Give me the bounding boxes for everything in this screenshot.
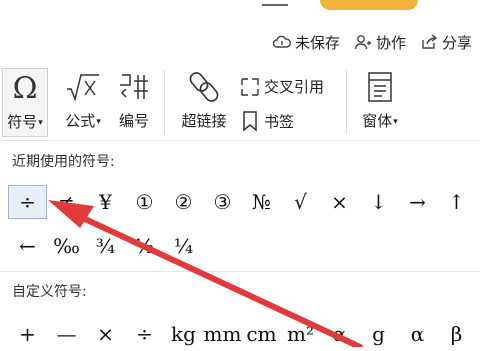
section-divider	[0, 271, 480, 272]
formula-icon	[67, 74, 99, 102]
caret-down-icon: ▾	[96, 116, 101, 127]
bookmark-label: 书签	[264, 112, 295, 131]
symbol-cell[interactable]: →	[398, 185, 437, 219]
share-icon	[422, 34, 438, 49]
symbol-cell[interactable]: ↑	[437, 185, 476, 219]
symbol-cell[interactable]: ÷	[125, 317, 164, 351]
recent-symbols-row: ÷ ≠ ¥ ① ② ③ № √ × ↓ → ↑	[8, 185, 476, 219]
recent-symbols-title: 近期使用的符号:	[12, 154, 115, 170]
symbol-cell[interactable]: g	[359, 317, 398, 351]
hyperlink-label: 超链接	[181, 112, 227, 130]
form-icon	[368, 72, 392, 102]
symbol-cell[interactable]: kg	[164, 317, 203, 351]
symbol-cell[interactable]: ¥	[86, 185, 125, 219]
link-icon	[189, 72, 219, 102]
symbol-cell[interactable]: α	[398, 317, 437, 351]
symbol-cell[interactable]: α	[320, 317, 359, 351]
header-actions: 未保存 协作 分享	[272, 30, 472, 54]
numbering-label: 编号	[118, 112, 149, 130]
top-strip	[0, 0, 480, 24]
svg-text:Ω: Ω	[13, 72, 38, 104]
user-icon	[354, 35, 371, 50]
bookmark-button[interactable]: 书签	[240, 110, 294, 132]
symbol-cell[interactable]: mm	[203, 317, 242, 351]
top-tab-indicator	[262, 0, 288, 6]
omega-icon: Ω	[13, 72, 38, 104]
cross-reference-icon	[241, 77, 259, 96]
formula-button[interactable]: 公式▾	[58, 68, 108, 131]
formula-label: 公式	[65, 112, 96, 130]
symbol-cell[interactable]: ≠	[47, 185, 86, 219]
symbol-cell[interactable]: cm	[242, 317, 281, 351]
symbol-cell[interactable]: ①	[125, 185, 164, 219]
symbol-cell[interactable]: —	[47, 317, 86, 351]
custom-symbols-title: 自定义符号:	[12, 284, 87, 300]
ribbon-divider	[346, 70, 347, 134]
numbering-icon	[120, 74, 148, 99]
symbol-cell[interactable]: m²	[281, 317, 320, 351]
form-label: 窗体	[362, 112, 393, 130]
symbol-cell[interactable]: ②	[164, 185, 203, 219]
insert-ribbon: Ω 符号▾ 公式▾ 编号 超链接 交叉引用 书签 窗体▾	[0, 62, 480, 140]
symbol-cell[interactable]: +	[8, 317, 47, 351]
form-button[interactable]: 窗体▾	[354, 68, 406, 131]
symbol-cell[interactable]: √	[281, 185, 320, 219]
symbol-cell[interactable]: ÷	[8, 185, 47, 219]
unsaved-button[interactable]: 未保存	[272, 32, 340, 53]
symbol-cell[interactable]: ×	[320, 185, 359, 219]
share-button[interactable]: 分享	[420, 32, 472, 53]
collaborate-label: 协作	[375, 33, 406, 52]
symbol-cell[interactable]: ‰	[47, 229, 86, 263]
symbol-cell[interactable]: №	[242, 185, 281, 219]
cloud-icon	[272, 35, 291, 48]
top-promo-button[interactable]	[320, 0, 418, 10]
hyperlink-button[interactable]: 超链接	[174, 68, 234, 131]
symbol-cell[interactable]: ×	[86, 317, 125, 351]
caret-down-icon: ▾	[38, 117, 43, 128]
symbol-cell[interactable]: ↓	[359, 185, 398, 219]
symbol-cell[interactable]: ¼	[164, 229, 203, 263]
cross-reference-button[interactable]: 交叉引用	[240, 76, 324, 97]
custom-symbols-row: + — × ÷ kg mm cm m² α g α β	[8, 317, 476, 351]
symbol-cell[interactable]: ½	[125, 229, 164, 263]
collaborate-button[interactable]: 协作	[354, 32, 406, 53]
ribbon-divider	[164, 70, 165, 134]
numbering-button[interactable]: 编号	[112, 68, 156, 131]
symbol-button[interactable]: Ω 符号▾	[2, 68, 48, 137]
symbol-cell[interactable]: ¾	[86, 229, 125, 263]
symbol-panel: 近期使用的符号: ÷ ≠ ¥ ① ② ③ № √ × ↓ → ↑ ← ‰ ¾ ½ ¼ 自定义符号: + — × ÷ k…	[0, 140, 480, 348]
cross-reference-label: 交叉引用	[264, 78, 325, 96]
caret-down-icon: ▾	[393, 116, 398, 127]
share-label: 分享	[441, 33, 472, 52]
symbol-cell[interactable]: β	[437, 317, 476, 351]
unsaved-label: 未保存	[294, 33, 340, 52]
symbol-label: 符号	[7, 113, 38, 131]
bookmark-icon	[243, 111, 257, 132]
symbol-cell[interactable]: ←	[8, 229, 47, 263]
symbol-cell[interactable]: ③	[203, 185, 242, 219]
recent-symbols-row: ← ‰ ¾ ½ ¼	[8, 229, 203, 263]
